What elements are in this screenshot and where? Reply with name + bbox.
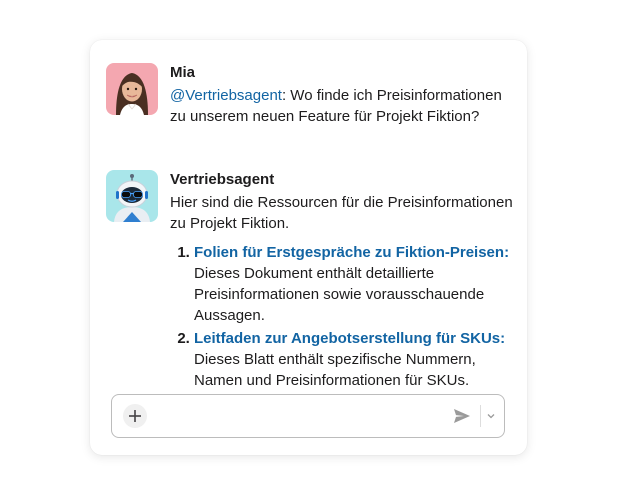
- send-icon[interactable]: [453, 408, 471, 424]
- resource-link[interactable]: Leitfaden zur Angebotserstellung für SKU…: [194, 330, 505, 347]
- chat-card: Mia @Vertriebsagent: Wo finde ich Preisi…: [90, 40, 527, 455]
- list-item: Folien für Erstgespräche zu Fiktion-Prei…: [194, 242, 513, 326]
- author-name[interactable]: Mia: [170, 64, 513, 82]
- plus-icon: [129, 410, 141, 422]
- message-body: Hier sind die Ressourcen für die Preisin…: [170, 194, 513, 232]
- user-avatar-icon[interactable]: [106, 63, 158, 115]
- chevron-down-icon[interactable]: [486, 411, 496, 421]
- resource-link[interactable]: Folien für Erstgespräche zu Fiktion-Prei…: [194, 244, 509, 261]
- list-item: Leitfaden zur Angebotserstellung für SKU…: [194, 328, 513, 391]
- message-text: @Vertriebsagent: Wo finde ich Preisinfor…: [170, 85, 513, 127]
- author-name[interactable]: Vertriebsagent: [170, 171, 513, 189]
- add-button[interactable]: [123, 404, 147, 428]
- resource-description: Dieses Blatt enthält spezifische Nummern…: [194, 351, 476, 389]
- resource-list: Folien für Erstgespräche zu Fiktion-Prei…: [170, 242, 513, 391]
- robot-avatar-icon[interactable]: [106, 170, 158, 222]
- divider: [480, 405, 481, 427]
- mention-link[interactable]: @Vertriebsagent: [170, 87, 282, 104]
- resource-description: Dieses Dokument enthält detaillierte Pre…: [194, 265, 485, 324]
- message-composer[interactable]: [111, 394, 505, 438]
